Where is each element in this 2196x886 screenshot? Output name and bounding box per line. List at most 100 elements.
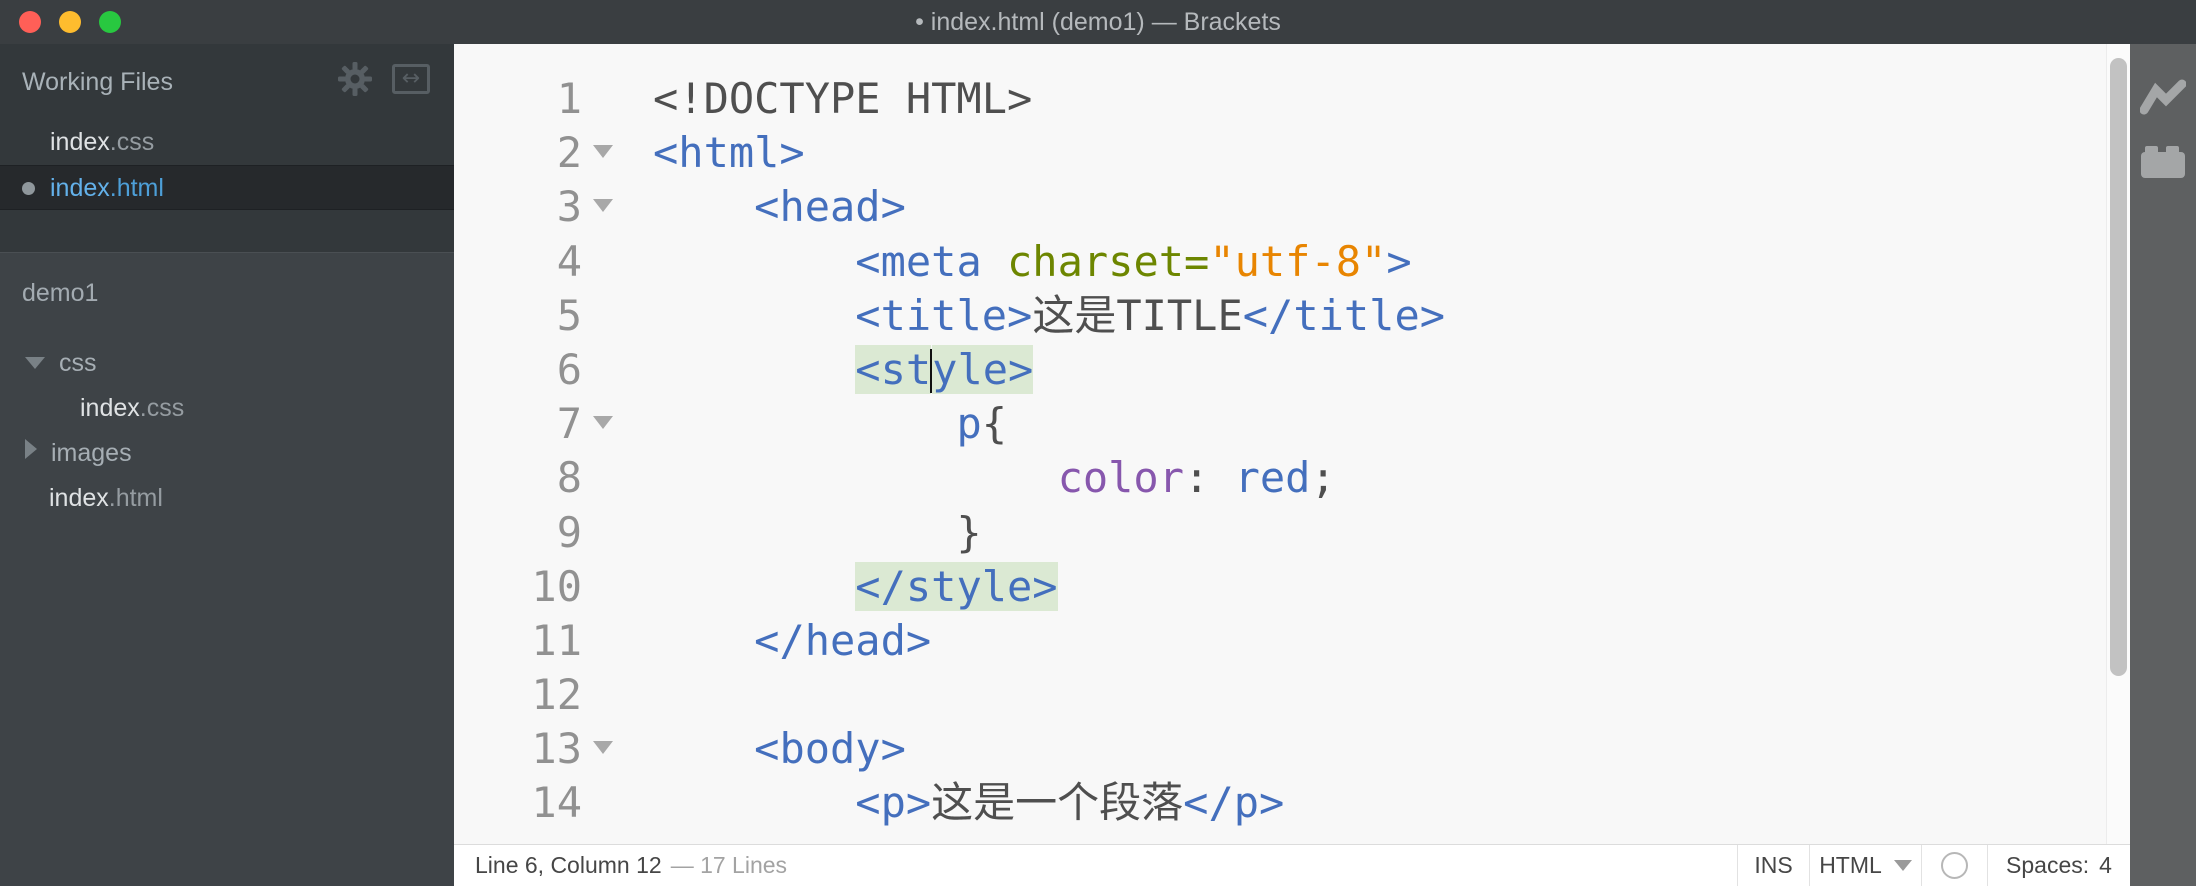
code-line-6[interactable]: 6 <style>	[454, 343, 2106, 397]
triangle-right-icon[interactable]	[25, 439, 37, 459]
fold-gutter	[582, 180, 625, 234]
fold-gutter	[582, 289, 625, 343]
code-line-12[interactable]: 12	[454, 668, 2106, 722]
code-token: "utf-8"	[1209, 236, 1387, 286]
code-editor[interactable]: 1 <!DOCTYPE HTML> 2 <html> 3 <head> 4 <meta c…	[454, 44, 2106, 844]
code-token: p	[956, 399, 982, 449]
code-token: {	[981, 399, 1008, 449]
line-number: 11	[531, 615, 582, 665]
project-panel: demo1 css index.css images index.html	[0, 253, 454, 886]
code-token: ;	[1310, 453, 1336, 503]
code-token: yle>	[932, 344, 1034, 394]
tree-folder-images[interactable]: images	[0, 431, 454, 476]
code-token: </p>	[1183, 778, 1285, 828]
code-token: <head>	[754, 182, 906, 232]
code-text: <!DOCTYPE HTML>	[625, 72, 1032, 126]
fold-arrow-icon[interactable]	[593, 145, 613, 159]
code-token: <html>	[653, 128, 805, 178]
fold-arrow-icon[interactable]	[593, 199, 613, 213]
line-number: 14	[531, 778, 582, 828]
code-line-2[interactable]: 2 <html>	[454, 126, 2106, 180]
fold-gutter	[582, 235, 625, 289]
code-text: }	[625, 506, 981, 560]
code-line-14[interactable]: 14 <p>这是一个段落</p>	[454, 776, 2106, 830]
code-token: <body>	[754, 724, 906, 774]
fold-gutter	[582, 343, 625, 397]
language-selector[interactable]: HTML	[1809, 845, 1921, 886]
live-preview-icon[interactable]	[2140, 78, 2186, 118]
tree-file-index-css[interactable]: index.css	[0, 386, 454, 431]
code-line-3[interactable]: 3 <head>	[454, 180, 2106, 234]
working-file-index-css[interactable]: index.css	[0, 120, 454, 165]
tree-folder-css[interactable]: css	[0, 341, 454, 386]
code-text: <head>	[625, 180, 906, 234]
code-line-11[interactable]: 11 </head>	[454, 614, 2106, 668]
code-token: </title>	[1242, 290, 1446, 340]
file-extension: .css	[109, 128, 155, 156]
fold-gutter	[582, 560, 625, 614]
working-file-index-html[interactable]: index.html	[0, 165, 454, 210]
status-bar: Line 6, Column 12 — 17 Lines INS HTML Sp…	[454, 844, 2130, 886]
scrollbar-track[interactable]	[2106, 44, 2130, 844]
sidebar: Working Files ↔ index.css index.html dem…	[0, 44, 454, 886]
fold-gutter	[582, 397, 625, 451]
fold-gutter	[582, 451, 625, 505]
line-number: 8	[556, 453, 582, 503]
title-bar: • index.html (demo1) — Brackets	[0, 0, 2196, 44]
code-text: <style>	[625, 343, 1034, 397]
code-token: </head>	[754, 615, 932, 665]
modified-dot-icon	[22, 182, 35, 195]
fold-gutter	[582, 506, 625, 560]
line-number: 5	[556, 290, 582, 340]
triangle-down-icon[interactable]	[25, 357, 45, 369]
code-token: <!DOCTYPE HTML>	[653, 74, 1033, 123]
line-number: 9	[556, 507, 582, 557]
working-files-list: index.css index.html	[0, 120, 454, 210]
line-number: 13	[531, 724, 582, 774]
line-number: 7	[556, 399, 582, 449]
file-name: index	[50, 128, 110, 156]
code-line-9[interactable]: 9 }	[454, 506, 2106, 560]
cursor-position: Line 6, Column 12	[475, 852, 662, 878]
code-line-7[interactable]: 7 p{	[454, 397, 2106, 451]
code-line-5[interactable]: 5 <title>这是TITLE</title>	[454, 289, 2106, 343]
code-line-13[interactable]: 13 <body>	[454, 722, 2106, 776]
code-line-10[interactable]: 10 </style>	[454, 560, 2106, 614]
indent-settings[interactable]: Spaces: 4	[1987, 845, 2130, 886]
project-switcher[interactable]: demo1	[22, 279, 128, 308]
split-view-icon[interactable]: ↔	[392, 64, 430, 94]
code-line-1[interactable]: 1 <!DOCTYPE HTML>	[454, 72, 2106, 126]
code-text: <title>这是TITLE</title>	[625, 289, 1445, 343]
fold-gutter	[582, 126, 625, 180]
gear-icon[interactable]	[338, 62, 372, 96]
code-text: </style>	[625, 560, 1058, 614]
fold-gutter	[582, 614, 625, 668]
window-title: • index.html (demo1) — Brackets	[915, 8, 1281, 36]
scrollbar-thumb[interactable]	[2110, 58, 2127, 676]
file-extension: .html	[108, 484, 163, 512]
code-text: <p>这是一个段落</p>	[625, 776, 1284, 830]
fold-arrow-icon[interactable]	[593, 416, 613, 430]
code-text: color: red;	[625, 451, 1336, 505]
line-number: 1	[556, 74, 582, 123]
tree-file-index-html[interactable]: index.html	[0, 476, 454, 521]
fold-arrow-icon[interactable]	[593, 741, 613, 755]
lint-status-indicator[interactable]	[1921, 845, 1987, 886]
code-token: <title>	[855, 290, 1033, 340]
folder-name: images	[51, 439, 132, 467]
code-token: charset=	[1007, 236, 1210, 286]
file-extension: .html	[109, 174, 164, 202]
code-line-8[interactable]: 8 color: red;	[454, 451, 2106, 505]
line-number: 6	[556, 344, 582, 394]
extension-manager-icon[interactable]	[2141, 144, 2185, 178]
insert-mode-toggle[interactable]: INS	[1737, 845, 1809, 886]
code-line-4[interactable]: 4 <meta charset="utf-8">	[454, 235, 2106, 289]
code-token: </style>	[855, 561, 1058, 611]
